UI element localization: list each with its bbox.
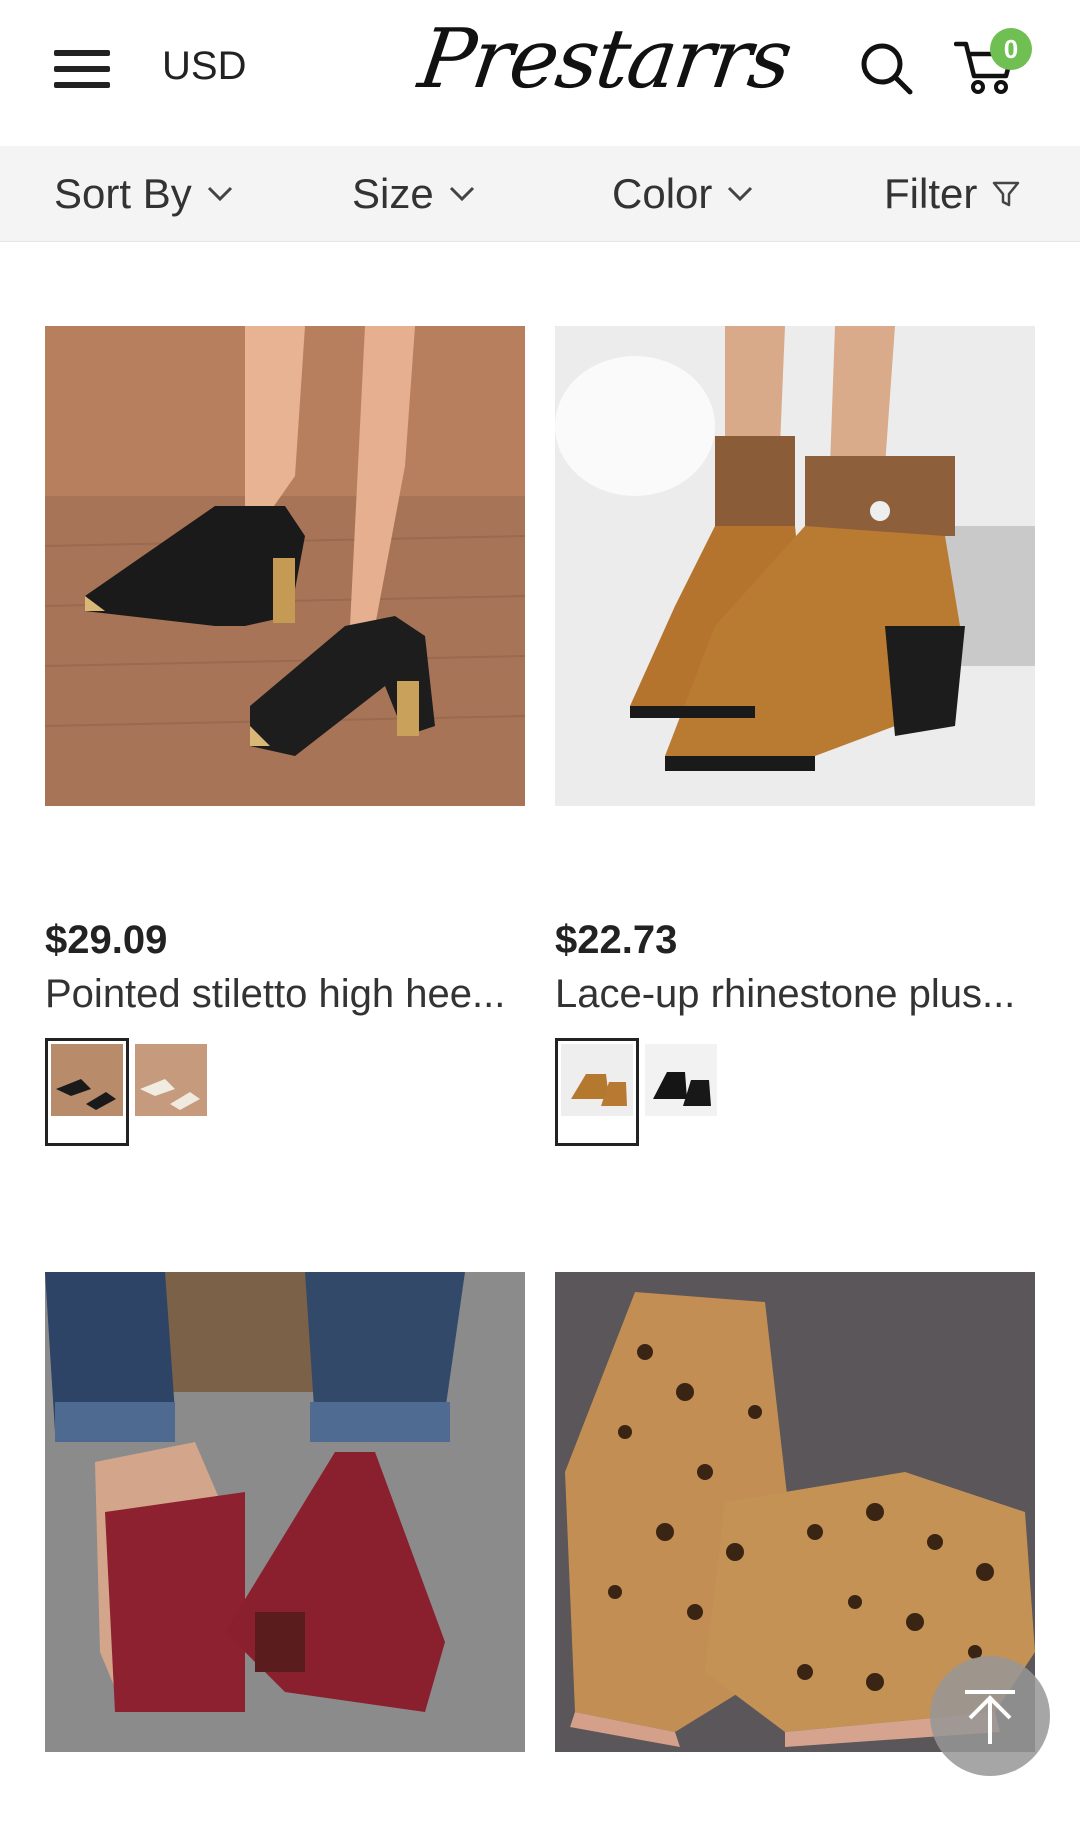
product-card[interactable] <box>45 1272 525 1752</box>
filter-icon <box>993 181 1020 207</box>
filter-bar: Sort By Size Color Filter <box>0 146 1080 242</box>
size-dropdown[interactable]: Size <box>352 146 476 242</box>
swatch-thumbnail <box>51 1044 123 1116</box>
sort-by-dropdown[interactable]: Sort By <box>54 146 234 242</box>
product-image-burgundy-booties[interactable] <box>45 1272 525 1752</box>
color-dropdown[interactable]: Color <box>612 146 754 242</box>
color-swatch-selected[interactable] <box>555 1038 639 1146</box>
cart-count-badge: 0 <box>990 28 1032 70</box>
swatch-thumbnail <box>561 1044 633 1116</box>
back-to-top-button[interactable] <box>930 1656 1050 1776</box>
sort-by-label: Sort By <box>54 170 192 217</box>
product-image-black-heels[interactable] <box>45 326 525 806</box>
product-name[interactable]: Pointed stiletto high hee... <box>45 972 535 1017</box>
product-price: $29.09 <box>45 918 168 962</box>
size-label: Size <box>352 170 434 217</box>
filter-label: Filter <box>884 170 978 217</box>
top-header: USD Prestarrs 0 <box>0 0 1080 146</box>
currency-selector[interactable]: USD <box>162 44 246 89</box>
chevron-down-icon <box>207 186 232 202</box>
store-logo[interactable]: Prestarrs <box>413 12 796 107</box>
chevron-down-icon <box>728 186 753 202</box>
arrow-up-icon <box>965 1690 1015 1744</box>
menu-icon[interactable] <box>54 50 110 90</box>
color-swatch[interactable] <box>645 1044 717 1116</box>
product-image-tan-boots[interactable] <box>555 326 1035 806</box>
chevron-down-icon <box>449 186 474 202</box>
swatch-thumbnail <box>135 1044 207 1116</box>
product-price: $22.73 <box>555 918 678 962</box>
swatch-thumbnail <box>645 1044 717 1116</box>
product-name[interactable]: Lace-up rhinestone plus... <box>555 972 1045 1017</box>
product-card[interactable] <box>555 326 1035 806</box>
search-icon[interactable] <box>858 40 914 96</box>
color-swatch-selected[interactable] <box>45 1038 129 1146</box>
color-swatch[interactable] <box>135 1044 207 1116</box>
color-label: Color <box>612 170 713 217</box>
product-card[interactable] <box>45 326 525 806</box>
filter-button[interactable]: Filter <box>884 146 1021 242</box>
